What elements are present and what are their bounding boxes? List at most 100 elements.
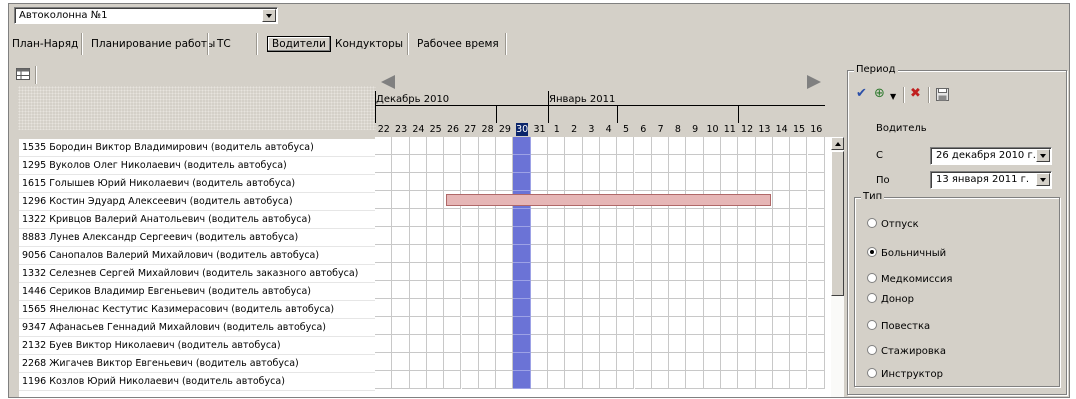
grid-cell[interactable] (444, 299, 462, 317)
day-label[interactable]: 27 (464, 123, 477, 136)
grid-cell[interactable] (496, 155, 514, 173)
grid-cell[interactable] (686, 335, 704, 353)
grid-cell[interactable] (530, 137, 548, 155)
chevron-down-icon[interactable] (1036, 149, 1050, 162)
grid-cell[interactable] (686, 227, 704, 245)
table-icon[interactable] (16, 68, 30, 80)
grid-cell[interactable] (617, 335, 635, 353)
grid-cell[interactable] (651, 173, 670, 191)
driver-row[interactable]: 1615 Голышев Юрий Николаевич (водитель а… (19, 175, 377, 193)
grid-cell[interactable] (392, 137, 410, 155)
grid-cell[interactable] (461, 173, 479, 191)
driver-row[interactable]: 1296 Костин Эдуард Алексеевич (водитель … (19, 193, 377, 211)
grid-cell[interactable] (461, 155, 479, 173)
grid-cell[interactable] (375, 335, 393, 353)
grid-cell[interactable] (651, 137, 670, 155)
grid-cell[interactable] (703, 155, 721, 173)
grid-cell[interactable] (686, 263, 704, 281)
day-label[interactable]: 11 (724, 123, 737, 136)
driver-row[interactable]: 1295 Вуколов Олег Николаевич (водитель а… (19, 157, 377, 175)
grid-cell[interactable] (617, 317, 635, 335)
tab-plan-naryad[interactable]: План-Наряд (12, 38, 78, 50)
add-icon[interactable]: ⊕ (874, 87, 885, 101)
grid-cell[interactable] (755, 137, 773, 155)
grid-cell[interactable] (444, 155, 462, 173)
grid-cell[interactable] (392, 299, 410, 317)
grid-cell[interactable] (513, 227, 531, 245)
grid-cell[interactable] (392, 335, 410, 353)
grid-cell[interactable] (496, 335, 514, 353)
grid-cell[interactable] (513, 209, 531, 227)
grid-cell[interactable] (548, 263, 566, 281)
grid-cell[interactable] (772, 281, 791, 299)
grid-cell[interactable] (651, 155, 670, 173)
grid-cell[interactable] (478, 209, 497, 227)
grid-cell[interactable] (721, 155, 739, 173)
grid-cell[interactable] (392, 281, 410, 299)
grid-cell[interactable] (444, 137, 462, 155)
grid-cell[interactable] (755, 245, 773, 263)
grid-cell[interactable] (651, 245, 670, 263)
grid-cell[interactable] (651, 281, 670, 299)
grid-cell[interactable] (496, 371, 514, 389)
grid-cell[interactable] (790, 137, 808, 155)
grid-cell[interactable] (721, 281, 739, 299)
grid-cell[interactable] (409, 353, 427, 371)
scroll-up-icon[interactable] (831, 137, 844, 150)
driver-row[interactable]: 2132 Буев Виктор Николаевич (водитель ав… (19, 337, 377, 355)
day-label[interactable]: 7 (654, 123, 667, 136)
grid-cell[interactable] (703, 371, 721, 389)
grid-cell[interactable] (738, 335, 756, 353)
grid-cell[interactable] (375, 281, 393, 299)
radio-vacation[interactable]: Отпуск (867, 218, 919, 230)
grid-cell[interactable] (513, 155, 531, 173)
grid-cell[interactable] (548, 371, 566, 389)
driver-row[interactable]: 1446 Сериков Владимир Евгеньевич (водите… (19, 283, 377, 301)
grid-cell[interactable] (375, 191, 393, 209)
grid-cell[interactable] (790, 209, 808, 227)
grid-cell[interactable] (426, 245, 445, 263)
grid-cell[interactable] (478, 155, 497, 173)
grid-cell[interactable] (669, 335, 687, 353)
grid-cell[interactable] (790, 281, 808, 299)
grid-cell[interactable] (738, 317, 756, 335)
grid-cell[interactable] (409, 191, 427, 209)
grid-cell[interactable] (548, 299, 566, 317)
delete-icon[interactable]: ✖ (910, 87, 921, 101)
radio-donor[interactable]: Донор (867, 293, 914, 305)
grid-cell[interactable] (721, 317, 739, 335)
grid-cell[interactable] (599, 281, 618, 299)
day-label[interactable]: 5 (620, 123, 633, 136)
grid-cell[interactable] (686, 173, 704, 191)
vertical-scrollbar[interactable] (831, 137, 844, 397)
grid-cell[interactable] (790, 263, 808, 281)
grid-cell[interactable] (738, 371, 756, 389)
grid-cell[interactable] (478, 353, 497, 371)
grid-cell[interactable] (703, 281, 721, 299)
grid-cell[interactable] (461, 245, 479, 263)
grid-cell[interactable] (530, 281, 548, 299)
day-label[interactable]: 4 (602, 123, 615, 136)
chevron-down-icon[interactable] (1036, 173, 1050, 186)
grid-cell[interactable] (409, 371, 427, 389)
grid-cell[interactable] (478, 227, 497, 245)
grid-cell[interactable] (565, 155, 583, 173)
grid-cell[interactable] (772, 371, 791, 389)
grid-cell[interactable] (738, 227, 756, 245)
grid-cell[interactable] (513, 299, 531, 317)
grid-cell[interactable] (634, 173, 652, 191)
grid-cell[interactable] (444, 371, 462, 389)
grid-cell[interactable] (807, 371, 825, 389)
chevron-down-icon[interactable] (262, 9, 276, 22)
grid-cell[interactable] (444, 353, 462, 371)
driver-row[interactable]: 1322 Кривцов Валерий Анатольевич (водите… (19, 211, 377, 229)
column-select[interactable]: Автоколонна №1 (14, 7, 278, 24)
grid-cell[interactable] (513, 263, 531, 281)
grid-cell[interactable] (599, 227, 618, 245)
grid-cell[interactable] (686, 281, 704, 299)
grid-cell[interactable] (478, 299, 497, 317)
grid-cell[interactable] (496, 209, 514, 227)
grid-cell[interactable] (755, 281, 773, 299)
grid-cell[interactable] (634, 209, 652, 227)
grid-cell[interactable] (790, 299, 808, 317)
